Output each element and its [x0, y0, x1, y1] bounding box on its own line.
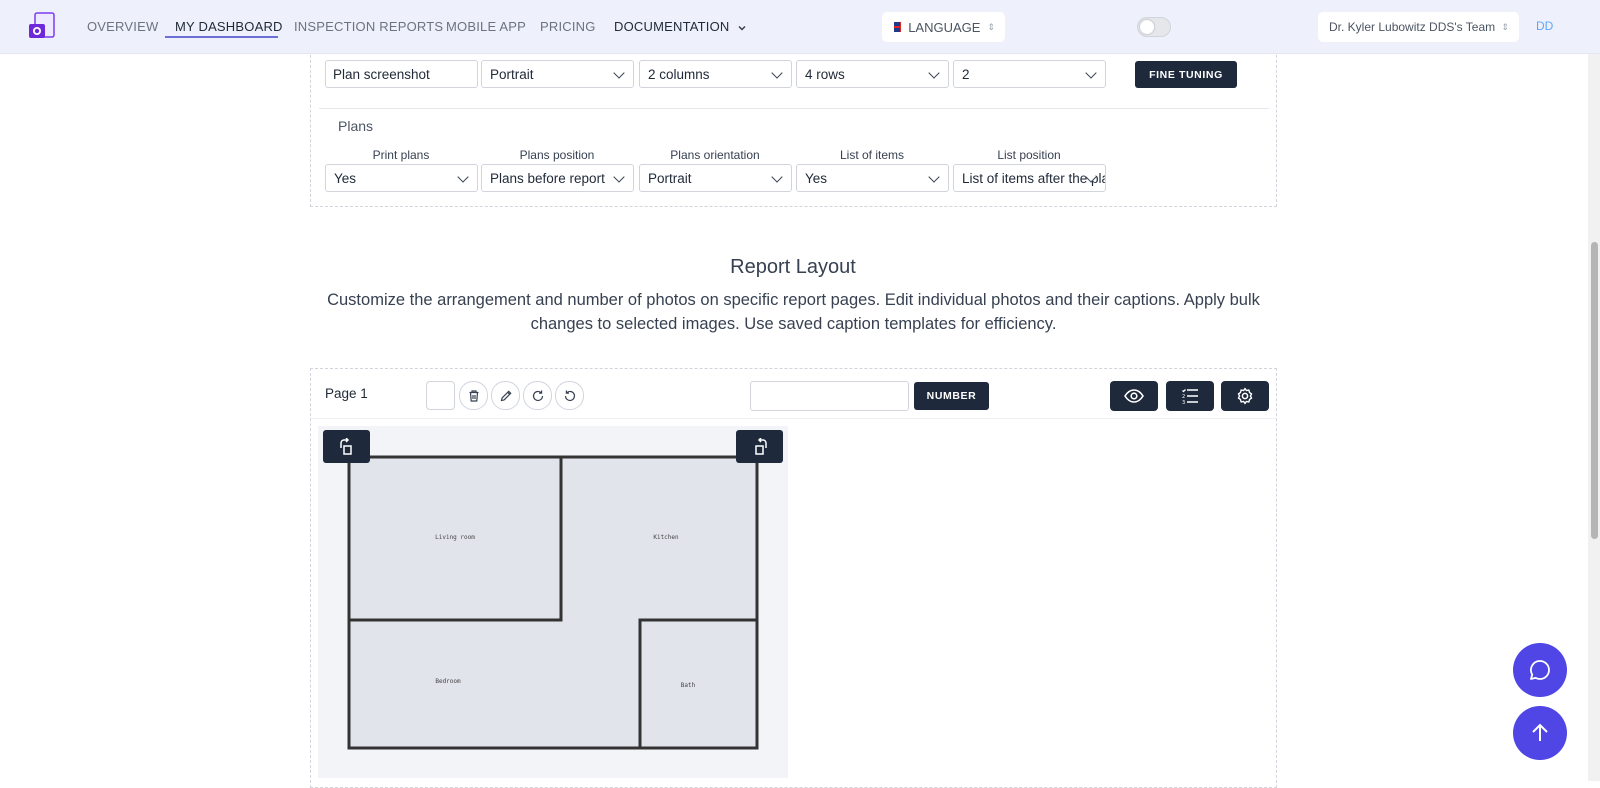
- room-label-bath: Bath: [681, 682, 696, 689]
- delete-page-button[interactable]: [459, 381, 488, 410]
- language-label: LANGUAGE: [908, 19, 981, 35]
- rows-value: 4 rows: [805, 66, 845, 82]
- report-layout-description: Customize the arrangement and number of …: [327, 291, 1260, 333]
- eye-icon: [1124, 389, 1144, 403]
- rotate-image-right-button[interactable]: [736, 430, 783, 463]
- page-number-input[interactable]: [750, 381, 909, 411]
- active-nav-underline: [165, 36, 278, 38]
- language-select[interactable]: LANGUAGE ⇕: [882, 12, 1005, 42]
- rows-per-sheet-select[interactable]: 4 rows: [796, 60, 949, 88]
- rotate-left-icon: [339, 437, 352, 455]
- rotate-cw-icon: [532, 390, 543, 401]
- list-position-label: List position: [997, 148, 1061, 162]
- top-navigation: OVERVIEW MY DASHBOARD INSPECTION REPORTS…: [0, 0, 1600, 54]
- preview-button[interactable]: [1110, 381, 1158, 411]
- edit-page-button[interactable]: [491, 381, 520, 410]
- nav-inspection-reports[interactable]: INSPECTION REPORTS: [294, 19, 443, 34]
- room-label-living-room: Living room: [435, 534, 475, 541]
- updown-chevron-icon: ⇕: [1501, 21, 1509, 32]
- rotate-clockwise-button[interactable]: [523, 381, 552, 410]
- dark-mode-toggle[interactable]: [1137, 17, 1171, 37]
- updown-chevron-icon: ⇕: [987, 21, 995, 32]
- svg-text:3: 3: [1182, 400, 1185, 404]
- columns-per-sheet-select[interactable]: 2 columns: [639, 60, 792, 88]
- orientation-select[interactable]: Portrait: [481, 60, 634, 88]
- fine-tuning-button[interactable]: FINE TUNING: [1135, 61, 1237, 88]
- chevron-down-icon: [613, 67, 625, 79]
- print-plans-label: Print plans: [372, 148, 430, 162]
- nav-pricing[interactable]: PRICING: [540, 19, 596, 34]
- team-select[interactable]: Dr. Kyler Lubowitz DDS's Team ⇕: [1318, 12, 1519, 42]
- page-settings-button[interactable]: [1221, 381, 1269, 411]
- list-of-items-value: Yes: [805, 170, 828, 186]
- chat-button[interactable]: [1513, 643, 1567, 697]
- section-divider: [319, 108, 1269, 109]
- nav-documentation-label: DOCUMENTATION: [614, 19, 730, 34]
- chevron-down-icon: [738, 25, 746, 31]
- arrow-up-icon: [1532, 723, 1548, 741]
- chevron-down-icon: [928, 171, 940, 183]
- chevron-down-icon: [771, 67, 783, 79]
- orientation-value: Portrait: [490, 66, 534, 82]
- rotate-right-icon: [754, 437, 767, 455]
- plans-orientation-select[interactable]: Portrait: [639, 164, 792, 192]
- floor-plan-image[interactable]: Living room Kitchen Bedroom Bath: [318, 426, 788, 778]
- team-label: Dr. Kyler Lubowitz DDS's Team: [1329, 20, 1496, 34]
- chat-bubble-icon: [1530, 660, 1550, 680]
- floor-plan-drawing: Living room Kitchen Bedroom Bath: [347, 455, 759, 750]
- scroll-to-top-button[interactable]: [1513, 706, 1567, 760]
- uk-flag-icon: [894, 22, 902, 32]
- chevron-down-icon: [457, 171, 469, 183]
- list-of-items-select[interactable]: Yes: [796, 164, 949, 192]
- scrollbar-thumb[interactable]: [1591, 242, 1598, 539]
- report-layout-title: Report Layout: [730, 256, 856, 278]
- plans-position-value: Plans before report: [490, 170, 605, 186]
- signature-height-value: 2: [962, 66, 970, 82]
- rotate-image-left-button[interactable]: [323, 430, 370, 463]
- room-label-kitchen: Kitchen: [653, 534, 679, 541]
- number-button[interactable]: NUMBER: [914, 382, 989, 410]
- list-view-button[interactable]: 23: [1166, 381, 1214, 411]
- heading-input[interactable]: Plan screenshot: [325, 60, 478, 88]
- plans-orientation-value: Portrait: [648, 170, 692, 186]
- page-label: Page 1: [325, 386, 368, 401]
- print-plans-select[interactable]: Yes: [325, 164, 478, 192]
- list-position-select[interactable]: List of items after the plans: [953, 164, 1106, 192]
- chevron-down-icon: [928, 67, 940, 79]
- columns-value: 2 columns: [648, 66, 710, 82]
- user-avatar[interactable]: DD: [1536, 19, 1553, 33]
- chevron-down-icon: [771, 171, 783, 183]
- nav-mobile-app[interactable]: MOBILE APP: [446, 19, 526, 34]
- chevron-down-icon: [1085, 67, 1097, 79]
- list-position-value: List of items after the plans: [962, 170, 1105, 186]
- plans-position-label: Plans position: [519, 148, 595, 162]
- nav-documentation[interactable]: DOCUMENTATION: [614, 19, 747, 34]
- app-logo-icon[interactable]: [28, 12, 58, 42]
- print-plans-value: Yes: [334, 170, 357, 186]
- gear-icon: [1237, 387, 1253, 405]
- list-icon: 23: [1182, 389, 1198, 404]
- room-label-bedroom: Bedroom: [435, 678, 461, 685]
- plans-position-select[interactable]: Plans before report: [481, 164, 634, 192]
- rotate-ccw-icon: [564, 390, 575, 401]
- list-of-items-label: List of items: [839, 148, 905, 162]
- select-page-checkbox[interactable]: [426, 381, 455, 410]
- plans-section-title: Plans: [338, 118, 374, 134]
- moon-icon: [1140, 20, 1154, 34]
- rotate-counterclockwise-button[interactable]: [555, 381, 584, 410]
- nav-overview[interactable]: OVERVIEW: [87, 19, 158, 34]
- nav-my-dashboard[interactable]: MY DASHBOARD: [175, 19, 283, 34]
- pencil-icon: [500, 389, 512, 401]
- trash-icon: [469, 389, 478, 402]
- page-header-divider: [311, 418, 1276, 419]
- signature-height-select[interactable]: 2: [953, 60, 1106, 88]
- plans-orientation-label: Plans orientation: [670, 148, 760, 162]
- chevron-down-icon: [613, 171, 625, 183]
